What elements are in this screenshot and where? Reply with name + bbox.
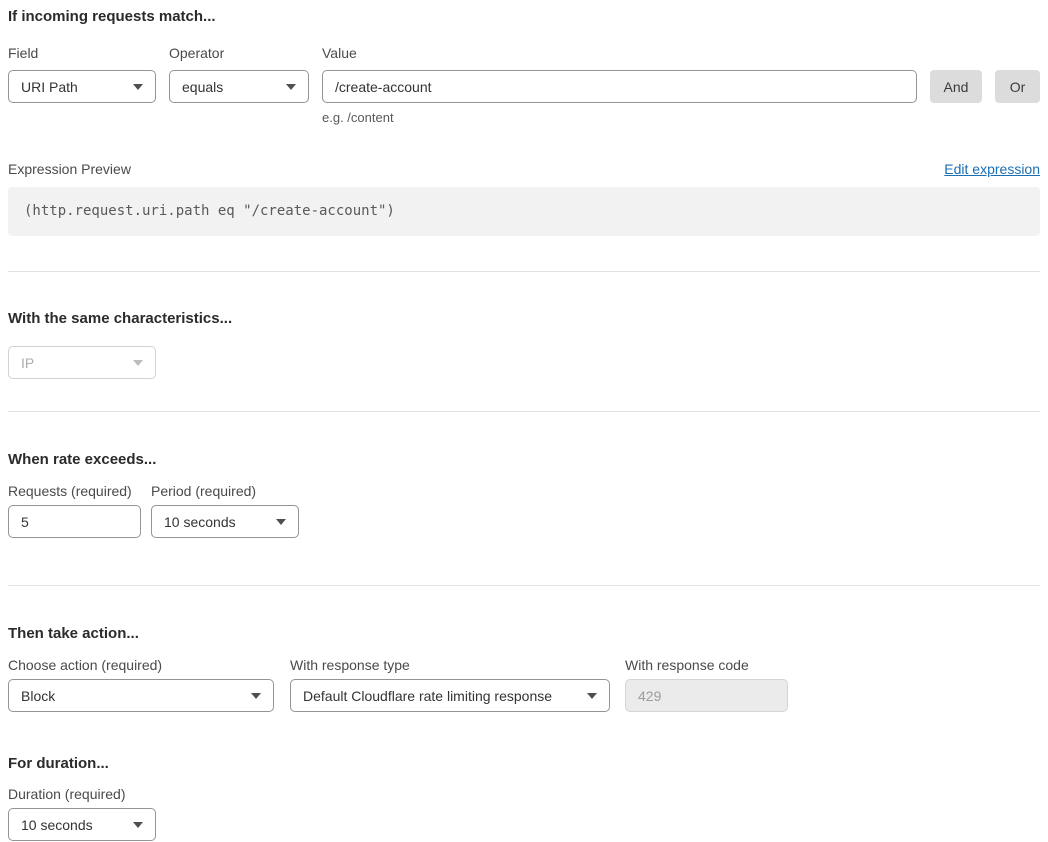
section-divider [8,585,1040,586]
section-rate-exceeds: When rate exceeds... Requests (required)… [8,451,1040,538]
response-type-select-value: Default Cloudflare rate limiting respons… [303,688,552,704]
edit-expression-link[interactable]: Edit expression [944,161,1040,177]
field-select-value: URI Path [21,79,78,95]
period-select[interactable]: 10 seconds [151,505,299,538]
chevron-down-icon [133,822,143,828]
choose-action-select-value: Block [21,688,55,704]
section-take-action: Then take action... Choose action (requi… [8,625,1040,712]
response-type-select[interactable]: Default Cloudflare rate limiting respons… [290,679,610,712]
chevron-down-icon [133,84,143,90]
response-code-input [625,679,788,712]
section-divider [8,411,1040,412]
expression-preview-box: (http.request.uri.path eq "/create-accou… [8,187,1040,236]
choose-action-label: Choose action (required) [8,657,274,674]
section-incoming-requests-match: If incoming requests match... Field URI … [8,8,1040,236]
section-heading-characteristics: With the same characteristics... [8,310,1040,327]
value-input[interactable] [322,70,917,103]
chevron-down-icon [251,693,261,699]
duration-label: Duration (required) [8,786,1040,803]
chevron-down-icon [133,360,143,366]
section-same-characteristics: With the same characteristics... IP [8,310,1040,379]
chevron-down-icon [587,693,597,699]
response-type-label: With response type [290,657,610,674]
section-heading-match: If incoming requests match... [8,8,1040,25]
section-for-duration: For duration... Duration (required) 10 s… [8,755,1040,841]
section-heading-duration: For duration... [8,755,1040,772]
or-button[interactable]: Or [995,70,1040,103]
value-hint: e.g. /content [322,110,917,125]
requests-input[interactable] [8,505,141,538]
operator-select-value: equals [182,79,223,95]
section-heading-rate: When rate exceeds... [8,451,1040,468]
operator-label: Operator [169,45,309,62]
expression-preview-label: Expression Preview [8,161,131,178]
characteristic-select: IP [8,346,156,379]
rate-limiting-rule-form: If incoming requests match... Field URI … [0,0,1048,841]
duration-select[interactable]: 10 seconds [8,808,156,841]
field-select[interactable]: URI Path [8,70,156,103]
section-heading-action: Then take action... [8,625,1040,642]
characteristic-select-value: IP [21,355,34,371]
expression-text: (http.request.uri.path eq "/create-accou… [24,203,395,219]
choose-action-select[interactable]: Block [8,679,274,712]
section-divider [8,271,1040,272]
chevron-down-icon [286,84,296,90]
requests-label: Requests (required) [8,483,141,500]
value-label: Value [322,45,917,62]
field-label: Field [8,45,156,62]
and-button[interactable]: And [930,70,982,103]
chevron-down-icon [276,519,286,525]
duration-select-value: 10 seconds [21,817,93,833]
period-label: Period (required) [151,483,299,500]
operator-select[interactable]: equals [169,70,309,103]
response-code-label: With response code [625,657,788,674]
period-select-value: 10 seconds [164,514,236,530]
